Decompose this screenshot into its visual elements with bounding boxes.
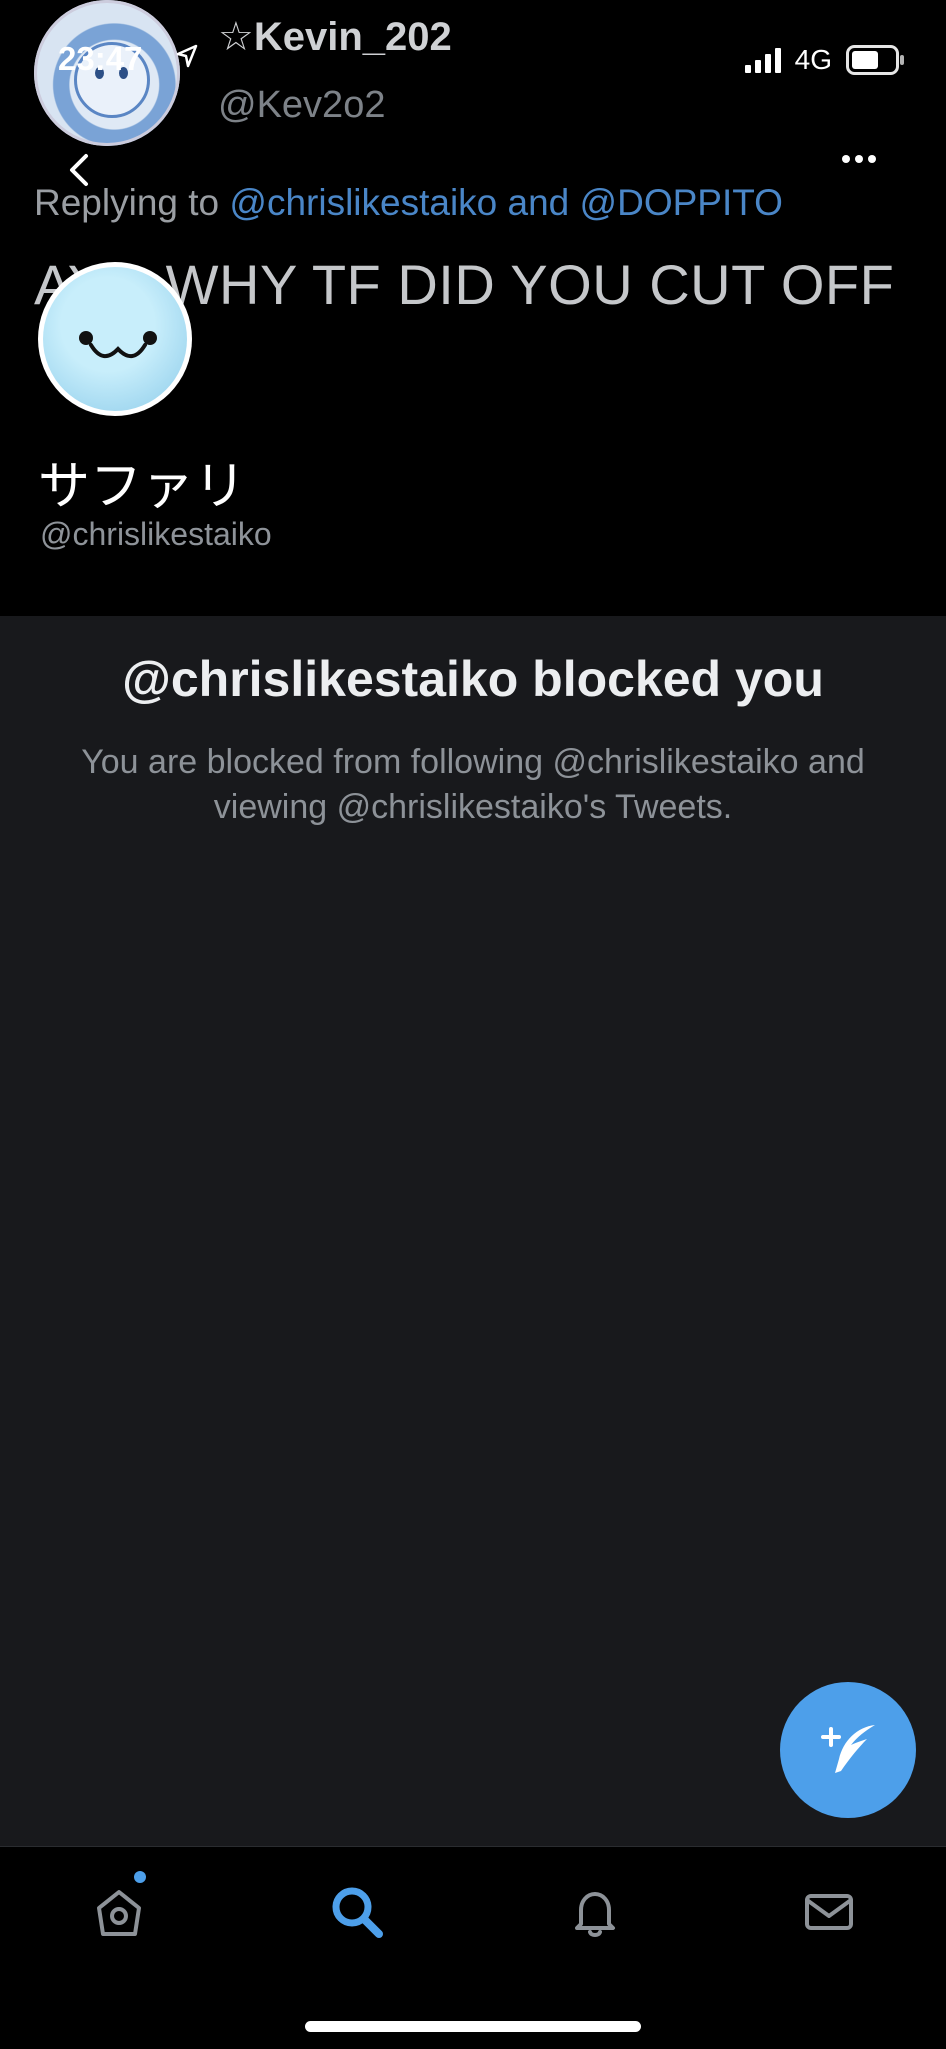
profile-handle: @chrislikestaiko — [40, 516, 272, 552]
blocked-notice: @chrislikestaiko blocked you You are blo… — [0, 616, 946, 1848]
new-content-dot — [134, 1871, 146, 1883]
battery-icon — [846, 45, 904, 75]
signal-icon — [744, 47, 781, 73]
tab-messages[interactable] — [794, 1877, 864, 1947]
tab-bar — [0, 1846, 946, 2049]
back-button[interactable] — [56, 146, 104, 194]
more-options-button[interactable] — [842, 150, 892, 180]
banner-reply-line: Replying to @chrislikestaiko and @DOPPIT… — [34, 182, 783, 224]
status-indicators: 4G — [744, 44, 906, 76]
blocked-message: You are blocked from following @chrislik… — [81, 743, 865, 826]
search-icon — [332, 1887, 383, 1938]
profile-avatar[interactable] — [38, 262, 192, 416]
profile-header-banner: ☆Kevin_202 @Kev2o2 Replying to @chrislik… — [0, 0, 946, 616]
network-type: 4G — [794, 44, 832, 75]
mail-icon — [805, 1894, 853, 1930]
home-indicator — [305, 2021, 641, 2032]
tab-home[interactable] — [84, 1877, 154, 1947]
tab-notifications[interactable] — [560, 1877, 630, 1947]
compose-tweet-button[interactable] — [780, 1682, 916, 1818]
status-time: 23:47 — [58, 40, 143, 77]
more-horizontal-icon — [842, 155, 850, 163]
blocked-title: @chrislikestaiko blocked you — [122, 651, 824, 707]
banner-author-handle: @Kev2o2 — [218, 84, 386, 126]
tab-search[interactable] — [322, 1877, 392, 1947]
location-arrow-icon — [176, 44, 198, 68]
feather-plus-icon — [821, 1725, 875, 1773]
avatar-mouth — [89, 343, 147, 358]
home-icon — [97, 1890, 141, 1936]
bell-icon — [575, 1892, 615, 1937]
profile-display-name: サファリ — [38, 458, 247, 516]
reply-mentions: @chrislikestaiko and @DOPPITO — [229, 182, 783, 223]
banner-author-name: ☆Kevin_202 — [218, 15, 452, 59]
